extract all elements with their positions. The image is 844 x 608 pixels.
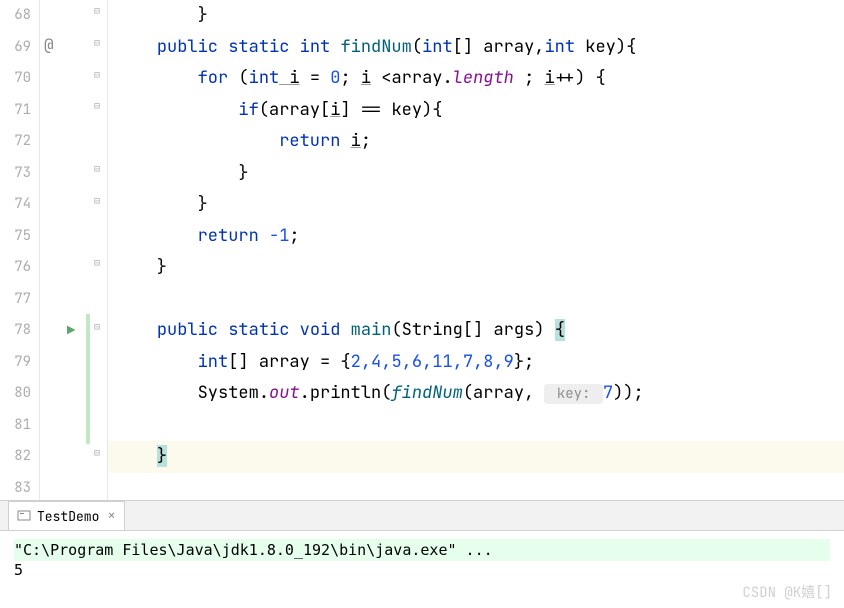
code-line[interactable]: [108, 284, 844, 316]
line-number: 77: [0, 284, 31, 316]
fold-marker-icon[interactable]: ⊟: [94, 99, 100, 112]
code-line[interactable]: }: [108, 252, 844, 284]
code-line[interactable]: public static int findNum(int[] array,in…: [108, 32, 844, 64]
line-number: 71: [0, 95, 31, 127]
line-number: 83: [0, 473, 31, 501]
annotation-column: @: [40, 0, 65, 500]
watermark: CSDN @K嬉[]: [742, 582, 832, 602]
console-result: 5: [14, 561, 830, 579]
line-number: 69: [0, 32, 31, 64]
fold-marker-icon[interactable]: ⊟: [94, 162, 100, 175]
line-number-gutter: 68 69 70 71 72 73 74 75 76 77 78 79 80 8…: [0, 0, 40, 500]
line-number: 72: [0, 126, 31, 158]
code-line[interactable]: }: [108, 189, 844, 221]
code-line[interactable]: return i;: [108, 126, 844, 158]
line-number: 82: [0, 441, 31, 473]
code-line[interactable]: if(array[i] == key){: [108, 95, 844, 127]
fold-marker-icon[interactable]: ⊟: [94, 320, 100, 333]
line-number: 81: [0, 410, 31, 442]
fold-marker-icon[interactable]: ⊟: [94, 256, 100, 269]
line-number: 80: [0, 378, 31, 410]
console-tabs: TestDemo ×: [0, 501, 844, 531]
line-number: 68: [0, 0, 31, 32]
code-line[interactable]: }: [108, 0, 844, 32]
console-tab-label: TestDemo: [37, 508, 99, 525]
console-panel: TestDemo × "C:\Program Files\Java\jdk1.8…: [0, 500, 844, 608]
code-line[interactable]: System.out.println(findNum(array, key: 7…: [108, 378, 844, 410]
fold-marker-icon[interactable]: ⊟: [94, 446, 100, 459]
code-content[interactable]: } public static int findNum(int[] array,…: [108, 0, 844, 500]
run-config-icon: [17, 509, 31, 523]
console-command: "C:\Program Files\Java\jdk1.8.0_192\bin\…: [14, 539, 830, 561]
parameter-hint: key:: [544, 384, 602, 404]
code-line[interactable]: return -1;: [108, 221, 844, 253]
code-line[interactable]: [108, 473, 844, 501]
fold-marker-icon[interactable]: ⊟: [94, 68, 100, 81]
line-number: 75: [0, 221, 31, 253]
diff-marker-icon: @: [44, 34, 54, 55]
line-number: 79: [0, 347, 31, 379]
line-number: 70: [0, 63, 31, 95]
code-line[interactable]: int[] array = {2,4,5,6,11,7,8,9};: [108, 347, 844, 379]
fold-marker-icon[interactable]: ⊟: [94, 36, 100, 49]
line-number: 74: [0, 189, 31, 221]
line-number: 73: [0, 158, 31, 190]
line-number: 78: [0, 315, 31, 347]
vcs-change-marker: [86, 314, 90, 444]
fold-marker-icon[interactable]: ⊟: [94, 4, 100, 17]
run-icon[interactable]: ▶: [67, 322, 75, 340]
code-line-current[interactable]: }: [108, 441, 844, 473]
code-editor[interactable]: 68 69 70 71 72 73 74 75 76 77 78 79 80 8…: [0, 0, 844, 500]
line-number: 76: [0, 252, 31, 284]
code-line[interactable]: public static void main(String[] args) {: [108, 315, 844, 347]
code-line[interactable]: [108, 410, 844, 442]
console-output[interactable]: "C:\Program Files\Java\jdk1.8.0_192\bin\…: [0, 531, 844, 587]
close-icon[interactable]: ×: [107, 507, 115, 525]
console-tab-testdemo[interactable]: TestDemo ×: [8, 501, 125, 530]
fold-column: ⊟ ⊟ ⊟ ⊟ ⊟ ⊟ ⊟ ⊟ ⊟: [90, 0, 108, 500]
code-line[interactable]: for (int i = 0; i <array.length ; i++) {: [108, 63, 844, 95]
code-line[interactable]: }: [108, 158, 844, 190]
fold-marker-icon[interactable]: ⊟: [94, 194, 100, 207]
